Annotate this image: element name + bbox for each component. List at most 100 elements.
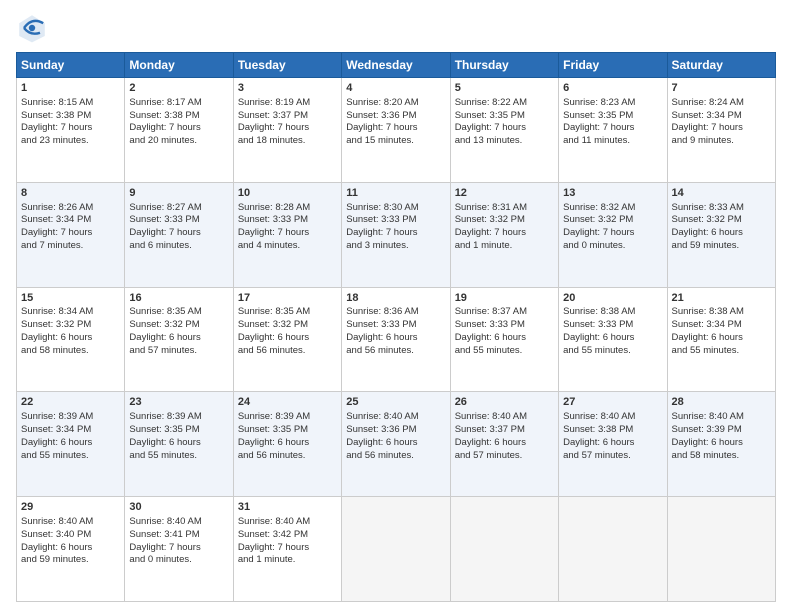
day-info-line: Sunset: 3:37 PM	[455, 424, 554, 437]
day-info-line: and 56 minutes.	[238, 345, 337, 358]
week-row-5: 29Sunrise: 8:40 AMSunset: 3:40 PMDayligh…	[17, 497, 776, 602]
calendar-cell: 23Sunrise: 8:39 AMSunset: 3:35 PMDayligh…	[125, 392, 233, 497]
day-info-line: and 0 minutes.	[129, 554, 228, 567]
day-info-line: Daylight: 6 hours	[21, 332, 120, 345]
day-info-line: Sunrise: 8:35 AM	[238, 306, 337, 319]
calendar-table: SundayMondayTuesdayWednesdayThursdayFrid…	[16, 52, 776, 602]
calendar-cell: 2Sunrise: 8:17 AMSunset: 3:38 PMDaylight…	[125, 78, 233, 183]
day-info-line: Sunset: 3:33 PM	[238, 214, 337, 227]
day-info-line: and 15 minutes.	[346, 135, 445, 148]
day-number: 16	[129, 291, 228, 306]
calendar-cell: 22Sunrise: 8:39 AMSunset: 3:34 PMDayligh…	[17, 392, 125, 497]
day-number: 11	[346, 186, 445, 201]
day-number: 6	[563, 81, 662, 96]
week-row-2: 8Sunrise: 8:26 AMSunset: 3:34 PMDaylight…	[17, 182, 776, 287]
day-info-line: Daylight: 7 hours	[672, 122, 771, 135]
day-info-line: Sunrise: 8:32 AM	[563, 202, 662, 215]
day-info-line: Sunset: 3:32 PM	[563, 214, 662, 227]
day-info-line: and 55 minutes.	[129, 450, 228, 463]
calendar-cell: 29Sunrise: 8:40 AMSunset: 3:40 PMDayligh…	[17, 497, 125, 602]
day-info-line: Sunset: 3:32 PM	[238, 319, 337, 332]
day-number: 21	[672, 291, 771, 306]
day-info-line: Daylight: 6 hours	[672, 332, 771, 345]
calendar-cell: 24Sunrise: 8:39 AMSunset: 3:35 PMDayligh…	[233, 392, 341, 497]
day-info-line: and 1 minute.	[238, 554, 337, 567]
day-number: 10	[238, 186, 337, 201]
day-number: 3	[238, 81, 337, 96]
day-number: 24	[238, 395, 337, 410]
day-info-line: and 56 minutes.	[346, 450, 445, 463]
logo	[16, 12, 52, 44]
day-info-line: Sunrise: 8:24 AM	[672, 97, 771, 110]
day-number: 12	[455, 186, 554, 201]
day-info-line: Sunrise: 8:39 AM	[129, 411, 228, 424]
calendar-cell: 9Sunrise: 8:27 AMSunset: 3:33 PMDaylight…	[125, 182, 233, 287]
day-info-line: Daylight: 6 hours	[455, 437, 554, 450]
col-header-thursday: Thursday	[450, 53, 558, 78]
day-info-line: Sunrise: 8:40 AM	[563, 411, 662, 424]
day-number: 31	[238, 500, 337, 515]
day-info-line: Daylight: 6 hours	[129, 437, 228, 450]
day-info-line: and 18 minutes.	[238, 135, 337, 148]
day-info-line: Daylight: 7 hours	[21, 122, 120, 135]
day-info-line: Sunset: 3:34 PM	[672, 110, 771, 123]
day-number: 13	[563, 186, 662, 201]
day-info-line: Daylight: 7 hours	[129, 122, 228, 135]
day-info-line: Sunrise: 8:38 AM	[672, 306, 771, 319]
day-info-line: Daylight: 6 hours	[129, 332, 228, 345]
day-info-line: Sunset: 3:35 PM	[238, 424, 337, 437]
calendar-cell: 12Sunrise: 8:31 AMSunset: 3:32 PMDayligh…	[450, 182, 558, 287]
week-row-3: 15Sunrise: 8:34 AMSunset: 3:32 PMDayligh…	[17, 287, 776, 392]
day-info-line: Sunset: 3:33 PM	[455, 319, 554, 332]
day-info-line: Daylight: 7 hours	[346, 227, 445, 240]
day-info-line: Sunset: 3:39 PM	[672, 424, 771, 437]
day-info-line: Daylight: 6 hours	[563, 437, 662, 450]
day-info-line: Sunrise: 8:38 AM	[563, 306, 662, 319]
col-header-monday: Monday	[125, 53, 233, 78]
day-info-line: Daylight: 7 hours	[129, 542, 228, 555]
calendar-cell: 13Sunrise: 8:32 AMSunset: 3:32 PMDayligh…	[559, 182, 667, 287]
day-info-line: Daylight: 7 hours	[346, 122, 445, 135]
calendar-cell: 11Sunrise: 8:30 AMSunset: 3:33 PMDayligh…	[342, 182, 450, 287]
day-info-line: and 3 minutes.	[346, 240, 445, 253]
day-info-line: Daylight: 6 hours	[346, 437, 445, 450]
logo-icon	[16, 12, 48, 44]
day-info-line: Sunset: 3:32 PM	[455, 214, 554, 227]
day-info-line: Daylight: 6 hours	[672, 227, 771, 240]
day-info-line: Sunrise: 8:31 AM	[455, 202, 554, 215]
day-info-line: Sunrise: 8:28 AM	[238, 202, 337, 215]
day-info-line: and 55 minutes.	[455, 345, 554, 358]
day-info-line: and 56 minutes.	[238, 450, 337, 463]
day-number: 23	[129, 395, 228, 410]
day-info-line: Sunrise: 8:40 AM	[129, 516, 228, 529]
calendar-cell	[667, 497, 775, 602]
day-info-line: Sunrise: 8:22 AM	[455, 97, 554, 110]
day-info-line: Sunset: 3:37 PM	[238, 110, 337, 123]
day-info-line: Sunset: 3:33 PM	[346, 214, 445, 227]
day-info-line: and 7 minutes.	[21, 240, 120, 253]
day-info-line: Daylight: 7 hours	[21, 227, 120, 240]
calendar-cell: 10Sunrise: 8:28 AMSunset: 3:33 PMDayligh…	[233, 182, 341, 287]
day-info-line: Daylight: 6 hours	[672, 437, 771, 450]
day-number: 19	[455, 291, 554, 306]
day-info-line: and 9 minutes.	[672, 135, 771, 148]
day-info-line: Sunset: 3:32 PM	[21, 319, 120, 332]
day-info-line: Daylight: 6 hours	[455, 332, 554, 345]
day-number: 29	[21, 500, 120, 515]
day-info-line: Sunset: 3:38 PM	[21, 110, 120, 123]
day-info-line: and 56 minutes.	[346, 345, 445, 358]
day-info-line: Sunset: 3:38 PM	[129, 110, 228, 123]
day-info-line: Daylight: 6 hours	[563, 332, 662, 345]
day-info-line: Daylight: 7 hours	[238, 227, 337, 240]
calendar-cell: 21Sunrise: 8:38 AMSunset: 3:34 PMDayligh…	[667, 287, 775, 392]
day-number: 15	[21, 291, 120, 306]
day-info-line: Sunrise: 8:37 AM	[455, 306, 554, 319]
day-number: 9	[129, 186, 228, 201]
day-number: 28	[672, 395, 771, 410]
day-info-line: Daylight: 6 hours	[238, 332, 337, 345]
day-info-line: Sunset: 3:33 PM	[346, 319, 445, 332]
page: SundayMondayTuesdayWednesdayThursdayFrid…	[0, 0, 792, 612]
day-number: 20	[563, 291, 662, 306]
day-info-line: Sunrise: 8:19 AM	[238, 97, 337, 110]
col-header-saturday: Saturday	[667, 53, 775, 78]
